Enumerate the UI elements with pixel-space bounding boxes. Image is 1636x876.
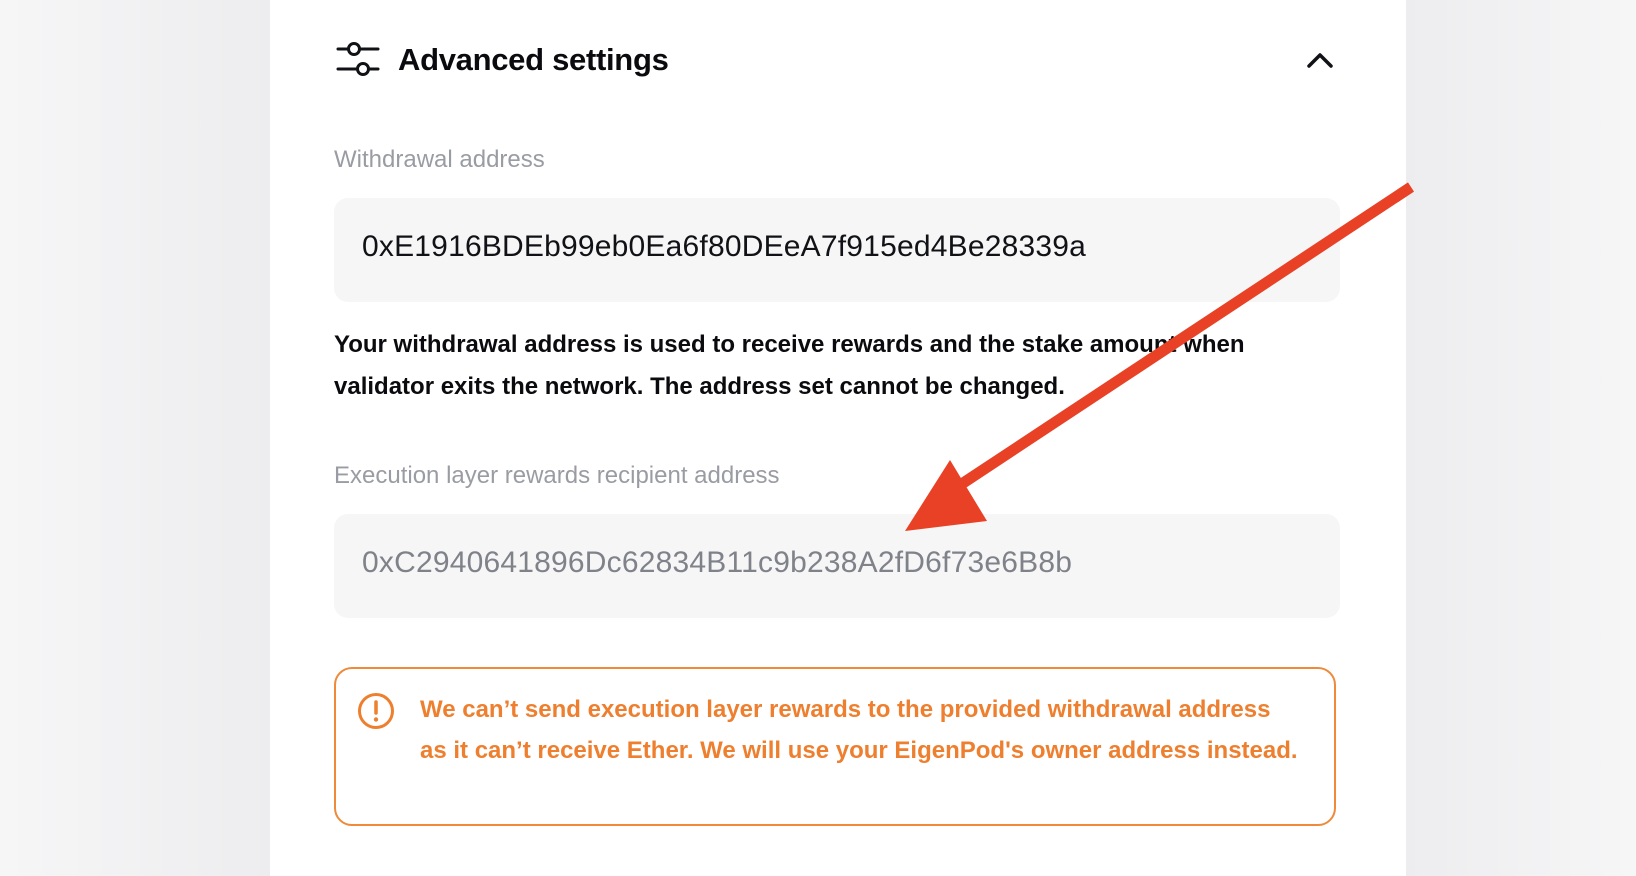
page-background-left [0,0,270,876]
execution-rewards-address-label: Execution layer rewards recipient addres… [334,462,780,489]
exclamation-circle-icon [356,691,396,731]
chevron-up-icon[interactable] [1304,46,1336,74]
sliders-icon [336,41,380,81]
withdrawal-address-value: 0xE1916BDEb99eb0Ea6f80DEeA7f915ed4Be2833… [362,230,1087,263]
withdrawal-address-label: Withdrawal address [334,146,545,173]
execution-rewards-address-value: 0xC2940641896Dc62834B11c9b238A2fD6f73e6B… [362,546,1073,579]
execution-rewards-address-field[interactable]: 0xC2940641896Dc62834B11c9b238A2fD6f73e6B… [334,514,1340,618]
warning-alert: We can’t send execution layer rewards to… [334,667,1336,826]
warning-message: We can’t send execution layer rewards to… [420,696,1298,764]
section-title: Advanced settings [398,42,669,77]
advanced-settings-header[interactable]: Advanced settings [336,36,1336,86]
withdrawal-address-description: Your withdrawal address is used to recei… [334,331,1245,400]
page-background-right [1406,0,1636,876]
withdrawal-address-field[interactable]: 0xE1916BDEb99eb0Ea6f80DEeA7f915ed4Be2833… [334,198,1340,302]
advanced-settings-panel: Advanced settings Withdrawal address 0xE… [270,0,1406,876]
